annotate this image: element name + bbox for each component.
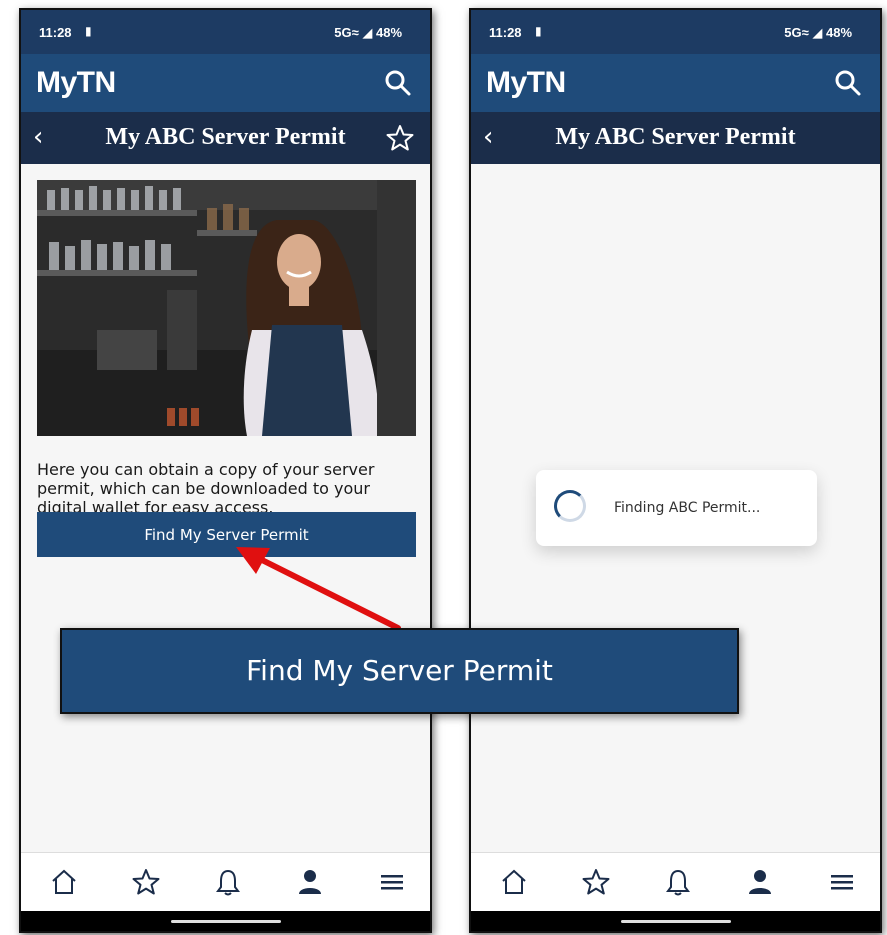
- loading-dialog: Finding ABC Permit...: [536, 470, 817, 546]
- zoomed-find-permit-callout[interactable]: Find My Server Permit: [60, 628, 739, 714]
- app-bar: MyTN: [471, 54, 880, 112]
- title-bar: ‹ My ABC Server Permit: [21, 112, 430, 164]
- page-title: My ABC Server Permit: [105, 124, 346, 150]
- loading-spinner-icon: [554, 490, 586, 522]
- home-icon[interactable]: [49, 867, 79, 897]
- app-logo: MyTN: [36, 66, 116, 99]
- permit-description: Here you can obtain a copy of your serve…: [37, 460, 375, 517]
- star-icon[interactable]: [581, 867, 611, 897]
- page-title: My ABC Server Permit: [555, 124, 796, 150]
- phone-screen-left: 11:28 ▮ 5G≈ ◢ 48% MyTN ‹ My ABC Server P…: [19, 8, 432, 933]
- phone-screen-right: 11:28 ▮ 5G≈ ◢ 48% MyTN ‹ My ABC Server P…: [469, 8, 882, 933]
- search-icon[interactable]: [834, 69, 862, 97]
- sim-icon: ▮: [535, 24, 542, 38]
- bottom-nav: [21, 852, 430, 911]
- status-bar: 11:28 ▮ 5G≈ ◢ 48%: [21, 10, 430, 54]
- star-icon[interactable]: [131, 867, 161, 897]
- status-time: 11:28: [39, 25, 72, 40]
- home-indicator[interactable]: [170, 920, 281, 923]
- bell-icon[interactable]: [663, 867, 693, 897]
- bell-icon[interactable]: [213, 867, 243, 897]
- status-time: 11:28: [489, 25, 522, 40]
- barista-photo: [37, 180, 416, 436]
- search-icon[interactable]: [384, 69, 412, 97]
- person-icon[interactable]: [745, 867, 775, 897]
- favorite-star-icon[interactable]: [386, 124, 414, 152]
- home-indicator[interactable]: [620, 920, 731, 923]
- person-icon[interactable]: [295, 867, 325, 897]
- gesture-bar: [21, 911, 430, 931]
- app-bar: MyTN: [21, 54, 430, 112]
- status-bar: 11:28 ▮ 5G≈ ◢ 48%: [471, 10, 880, 54]
- status-network: 5G≈ ◢ 48%: [784, 25, 852, 40]
- menu-icon[interactable]: [377, 867, 407, 897]
- sim-icon: ▮: [85, 24, 92, 38]
- gesture-bar: [471, 911, 880, 931]
- find-server-permit-button[interactable]: Find My Server Permit: [37, 512, 416, 557]
- home-icon[interactable]: [499, 867, 529, 897]
- menu-icon[interactable]: [827, 867, 857, 897]
- title-bar: ‹ My ABC Server Permit: [471, 112, 880, 164]
- status-network: 5G≈ ◢ 48%: [334, 25, 402, 40]
- app-logo: MyTN: [486, 66, 566, 99]
- bottom-nav: [471, 852, 880, 911]
- loading-text: Finding ABC Permit...: [614, 500, 761, 516]
